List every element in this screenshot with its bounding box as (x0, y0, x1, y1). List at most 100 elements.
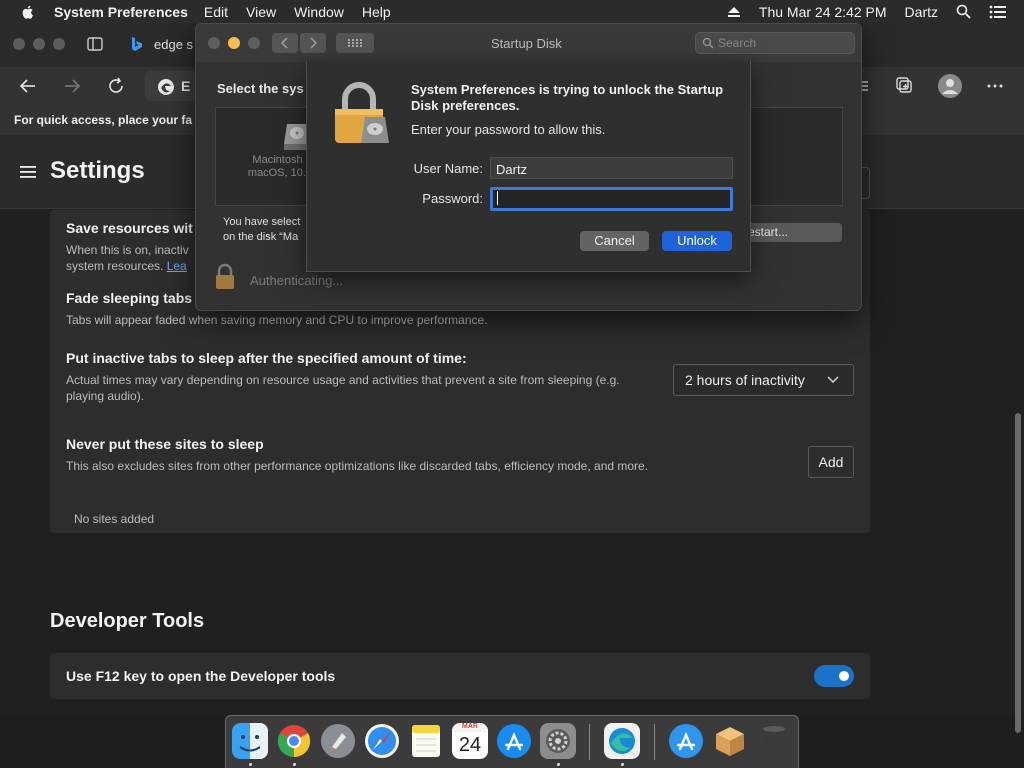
toggle-knob (839, 671, 849, 681)
menu-edit[interactable]: Edit (204, 4, 228, 20)
app-store-folder-icon[interactable] (668, 723, 704, 759)
minimize-button[interactable] (228, 37, 240, 49)
notes-icon[interactable] (408, 723, 444, 759)
note-line-1: You have select (223, 216, 301, 228)
username-field[interactable] (490, 157, 733, 179)
fade-sleeping-tabs-title: Fade sleeping tabs (66, 290, 193, 306)
select-disk-label: Select the sys (217, 81, 304, 96)
developer-tools-heading: Developer Tools (50, 610, 205, 632)
learn-more-link[interactable]: Lea (167, 259, 187, 273)
edge-running-indicator (621, 763, 624, 766)
f12-toggle[interactable] (814, 665, 854, 687)
padlock-icon (335, 82, 389, 143)
forward-icon[interactable] (62, 76, 82, 96)
authenticating-status: Authenticating... (250, 273, 344, 288)
collections-icon[interactable] (895, 76, 915, 96)
save-resources-desc-text: system resources. (66, 259, 164, 273)
finder-running-indicator (249, 763, 252, 766)
save-resources-desc: When this is on, inactiv (66, 243, 189, 257)
more-options-icon[interactable] (985, 76, 1005, 96)
grid-icon (348, 39, 362, 47)
app-store-icon[interactable] (496, 723, 532, 759)
no-sites-text: No sites added (74, 512, 155, 526)
notification-center-icon[interactable] (989, 5, 1006, 19)
f12-setting-title: Use F12 key to open the Developer tools (66, 668, 336, 684)
edge-icon[interactable] (604, 723, 640, 759)
spotlight-icon[interactable] (956, 4, 971, 19)
menu-hamburger-icon[interactable] (20, 165, 36, 179)
profile-avatar-icon[interactable] (938, 74, 962, 98)
sleep-timeout-select[interactable]: 2 hours of inactivity (673, 364, 854, 396)
cancel-button[interactable]: Cancel (580, 231, 649, 251)
calendar-day: 24 (458, 734, 482, 756)
edge-minimize-button[interactable] (33, 38, 45, 50)
favorites-hint: For quick access, place your fa (14, 113, 193, 127)
restart-button[interactable]: estart... (742, 223, 842, 242)
never-sleep-title: Never put these sites to sleep (66, 436, 264, 452)
menu-view[interactable]: View (246, 4, 276, 20)
lock-icon[interactable] (214, 263, 236, 291)
unlock-button[interactable]: Unlock (662, 231, 732, 251)
search-icon (702, 37, 714, 49)
close-button[interactable] (208, 37, 220, 49)
authentication-dialog: System Preferences is trying to unlock t… (306, 61, 751, 272)
browser-tab-title[interactable]: edge s (154, 37, 193, 52)
chevron-down-icon (827, 376, 839, 383)
menu-bar: System Preferences Edit View Window Help… (0, 0, 1024, 23)
chevron-left-icon (280, 37, 288, 49)
devtools-card: Use F12 key to open the Developer tools (50, 653, 870, 699)
chrome-icon[interactable] (276, 723, 312, 759)
dialog-submessage: Enter your password to allow this. (411, 122, 606, 137)
save-resources-title: Save resources wit (66, 220, 193, 236)
chevron-right-icon (310, 37, 318, 49)
tab-actions-icon[interactable] (86, 35, 104, 53)
menu-clock[interactable]: Thu Mar 24 2:42 PM (759, 4, 887, 20)
add-site-button[interactable]: Add (808, 446, 854, 478)
username-label: User Name: (413, 161, 483, 176)
system-preferences-icon[interactable] (540, 723, 576, 759)
text-cursor (497, 191, 498, 205)
password-label: Password: (422, 191, 483, 206)
forward-button[interactable] (300, 33, 326, 53)
finder-icon[interactable] (232, 723, 268, 759)
trash-icon[interactable] (756, 723, 792, 759)
menu-app-name[interactable]: System Preferences (54, 4, 188, 20)
password-field[interactable] (490, 187, 733, 211)
apple-menu-icon[interactable] (20, 4, 36, 20)
calendar-icon[interactable]: MAR 24 (452, 723, 488, 759)
eject-icon[interactable] (727, 6, 741, 18)
window-titlebar: Startup Disk (196, 24, 861, 62)
prefs-search-field[interactable] (695, 32, 855, 54)
menu-window[interactable]: Window (294, 4, 344, 20)
show-all-button[interactable] (336, 33, 374, 53)
page-scrollbar[interactable] (1015, 413, 1021, 733)
package-icon[interactable] (712, 723, 748, 759)
note-line-2: on the disk “Ma (223, 231, 299, 243)
chrome-running-indicator (293, 763, 296, 766)
edge-favicon-icon (158, 79, 174, 95)
back-button[interactable] (272, 33, 298, 53)
never-sleep-desc: This also excludes sites from other perf… (66, 459, 649, 473)
startup-disk-note: You have select on the disk “Ma (223, 215, 300, 245)
edge-close-button[interactable] (13, 38, 25, 50)
back-icon[interactable] (18, 76, 38, 96)
dock-separator (589, 724, 590, 760)
address-text: E (181, 78, 191, 94)
calendar-month: MAR (452, 723, 488, 732)
zoom-button[interactable] (248, 37, 260, 49)
sleep-timeout-desc-2: playing audio). (66, 389, 145, 403)
save-resources-desc-2: system resources. Lea (66, 258, 187, 274)
menu-user[interactable]: Dartz (905, 4, 938, 20)
bing-icon (132, 37, 142, 51)
sleep-timeout-value: 2 hours of inactivity (685, 372, 805, 388)
sysprefs-running-indicator (557, 763, 560, 766)
edge-zoom-button[interactable] (53, 38, 65, 50)
launchpad-icon[interactable] (320, 723, 356, 759)
sleep-timeout-title: Put inactive tabs to sleep after the spe… (66, 350, 467, 366)
refresh-icon[interactable] (106, 76, 126, 96)
page-title: Settings (50, 157, 145, 184)
safari-icon[interactable] (364, 723, 400, 759)
menu-help[interactable]: Help (362, 4, 391, 20)
dock: MAR 24 (225, 715, 799, 768)
prefs-search-input[interactable] (718, 35, 848, 51)
